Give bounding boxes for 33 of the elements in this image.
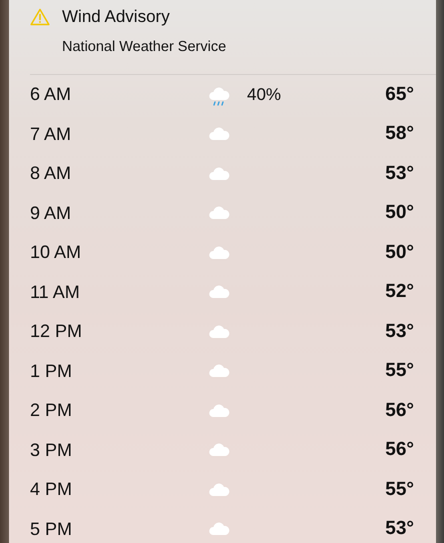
hour-label: 10 AM <box>30 242 82 264</box>
cloud-icon <box>207 480 231 499</box>
warning-icon <box>30 8 50 26</box>
temperature: 50° <box>385 202 414 224</box>
hour-label: 11 AM <box>30 282 81 303</box>
temperature: 53° <box>385 320 414 343</box>
hour-label: 1 PM <box>30 360 74 382</box>
hour-label: 4 PM <box>30 479 74 500</box>
cloud-icon <box>207 402 231 420</box>
alert-source: National Weather Service <box>62 38 228 57</box>
hour-label: 3 PM <box>30 440 74 461</box>
cloud-icon <box>207 322 231 341</box>
temperature: 55° <box>385 360 414 382</box>
hour-label: 7 AM <box>30 124 72 145</box>
temperature: 53° <box>385 162 414 185</box>
temperature: 65° <box>385 84 414 106</box>
temperature: 50° <box>385 242 414 264</box>
hour-label: 12 PM <box>30 321 84 342</box>
hour-label: 2 PM <box>30 400 74 422</box>
temperature: 53° <box>385 518 414 540</box>
hour-label: 9 AM <box>30 202 72 224</box>
hour-label: 6 AM <box>30 84 72 106</box>
temperature: 56° <box>385 400 414 422</box>
temperature: 58° <box>385 123 414 146</box>
alert-title: Wind Advisory <box>62 7 170 27</box>
temperature: 55° <box>385 478 414 501</box>
hour-label: 5 PM <box>30 518 74 540</box>
hour-label: 8 AM <box>30 163 72 184</box>
precipitation-chance: 40% <box>246 84 282 105</box>
temperature: 56° <box>385 439 414 462</box>
temperature: 52° <box>385 281 414 304</box>
cloud-icon <box>207 244 231 262</box>
cloud-icon <box>207 164 231 183</box>
